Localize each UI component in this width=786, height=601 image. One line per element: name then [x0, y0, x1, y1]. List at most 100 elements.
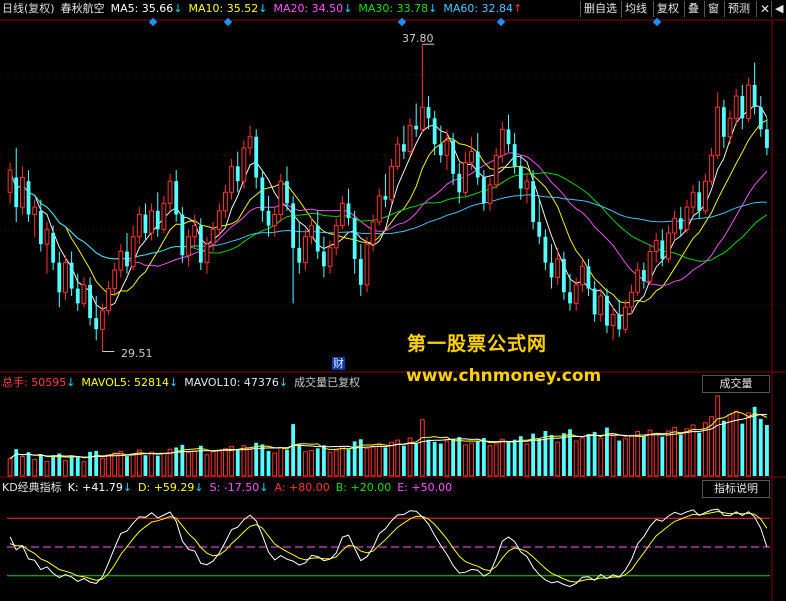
volume-bar — [586, 434, 591, 476]
indicator-help-button[interactable]: 指标说明 — [702, 480, 770, 498]
volume-bar — [463, 444, 468, 477]
candle-body — [395, 143, 401, 167]
volume-bar — [524, 443, 530, 477]
volume-bar — [561, 433, 566, 476]
ma-legend: MA5: 35.66↓ MA10: 35.52↓ MA20: 34.50↓ MA30:… — [111, 2, 529, 15]
chart-canvas — [0, 17, 786, 601]
volume-bar — [106, 454, 111, 477]
candle-body — [463, 162, 468, 193]
candle-body — [192, 225, 198, 238]
volume-bar — [204, 454, 210, 477]
volume-bar — [765, 424, 769, 476]
volume-bar — [352, 441, 357, 476]
candle-body — [333, 225, 339, 249]
candle-body — [715, 106, 721, 156]
kd-s-arrow: ↓ — [259, 481, 269, 494]
volume-bar — [622, 438, 628, 477]
volume-bar — [32, 459, 38, 477]
volume-bar — [543, 431, 548, 476]
candle-body — [38, 210, 43, 245]
volume-bar — [752, 406, 757, 476]
volume-bar — [241, 445, 247, 477]
candle-body — [709, 154, 714, 182]
volume-bar — [278, 446, 284, 477]
candle-body — [531, 181, 536, 222]
candle-body — [610, 313, 616, 327]
candle-body — [746, 84, 751, 119]
volume-bar — [333, 449, 339, 477]
kd-k-arrow: ↓ — [122, 481, 133, 494]
volume-bar — [395, 439, 401, 477]
candle-body — [69, 262, 74, 289]
candle-body — [204, 243, 210, 264]
volume-bar — [666, 430, 671, 477]
toolbar-button[interactable]: 窗 — [704, 1, 722, 17]
volume-bar — [216, 449, 222, 477]
toolbar-button[interactable]: 预测 — [724, 1, 753, 17]
candle-body — [493, 154, 499, 186]
candle-body — [266, 210, 271, 226]
candle-body — [235, 166, 240, 182]
volume-header: 总手: 50595↓ MAVOL5: 52814↓ MAVOL10: 47376↓ 成… — [0, 374, 786, 392]
arrow-left-icon[interactable]: ◀ — [771, 1, 786, 17]
ma-legend-item: MA10: 35.52 — [188, 2, 259, 15]
volume-bar — [14, 449, 19, 476]
period-label[interactable]: 日线(复权) — [2, 2, 55, 15]
candle-body — [475, 151, 480, 178]
volume-bar — [419, 419, 425, 477]
candle-body — [143, 214, 148, 234]
candle-body — [223, 191, 228, 212]
toolbar-button[interactable]: 删自选 — [580, 1, 620, 17]
volume-bar — [186, 452, 191, 477]
candle-body — [136, 214, 142, 238]
kd-e-value: E: +50.00 — [397, 481, 453, 494]
candle-body — [543, 236, 548, 263]
volume-bar — [506, 441, 511, 476]
candle-body — [432, 118, 437, 145]
candle-body — [51, 233, 56, 263]
candle-body — [229, 165, 235, 193]
volume-bar — [475, 441, 480, 476]
candle-body — [32, 206, 38, 216]
volume-bar — [229, 446, 235, 477]
ma-legend-item: MA30: 33.78 — [358, 2, 429, 15]
mavol5-label: MAVOL5: 52814 — [81, 376, 170, 389]
candle-body — [352, 218, 357, 259]
candle-body — [684, 206, 690, 230]
earnings-event-marker[interactable]: 财 — [332, 357, 345, 370]
candle-body — [99, 310, 105, 330]
kd-header: KD经典指标 K: +41.79↓ D: +59.29↓ S: -17.50↓ A: +… — [0, 479, 786, 497]
toolbar-button[interactable]: 均线 — [621, 1, 650, 17]
volume-bar — [579, 437, 585, 477]
candle-body — [57, 262, 62, 293]
candle-body — [88, 284, 92, 319]
volume-bar — [481, 437, 486, 476]
candle-body — [44, 228, 50, 245]
volume-button[interactable]: 成交量 — [702, 375, 770, 393]
stock-name[interactable]: 春秋航空 — [61, 2, 105, 15]
candle-body — [733, 95, 739, 119]
volume-bar — [401, 445, 406, 476]
total-volume-label: 总手: 50595 — [2, 376, 67, 389]
volume-bar — [315, 448, 320, 476]
volume-bar — [721, 420, 726, 476]
kd-indicator-name[interactable]: KD经典指标 — [2, 481, 62, 494]
candle-body — [690, 191, 696, 208]
candle-body — [186, 236, 191, 256]
volume-bar — [493, 443, 499, 477]
toolbar-button[interactable]: 复权 — [653, 1, 682, 17]
candle-body — [765, 129, 769, 148]
candle-body — [499, 128, 505, 156]
candle-body — [752, 84, 757, 108]
volume-bar — [518, 436, 523, 476]
volume-bar — [75, 456, 80, 476]
candle-body — [426, 107, 431, 119]
volume-bar — [260, 444, 265, 476]
toolbar-button[interactable]: 叠 — [684, 1, 702, 17]
candle-body — [666, 232, 671, 260]
candle-body — [180, 214, 185, 256]
volume-bar — [438, 443, 443, 476]
volume-bar — [672, 427, 678, 477]
candle-body — [112, 269, 118, 290]
candle-body — [678, 218, 683, 230]
